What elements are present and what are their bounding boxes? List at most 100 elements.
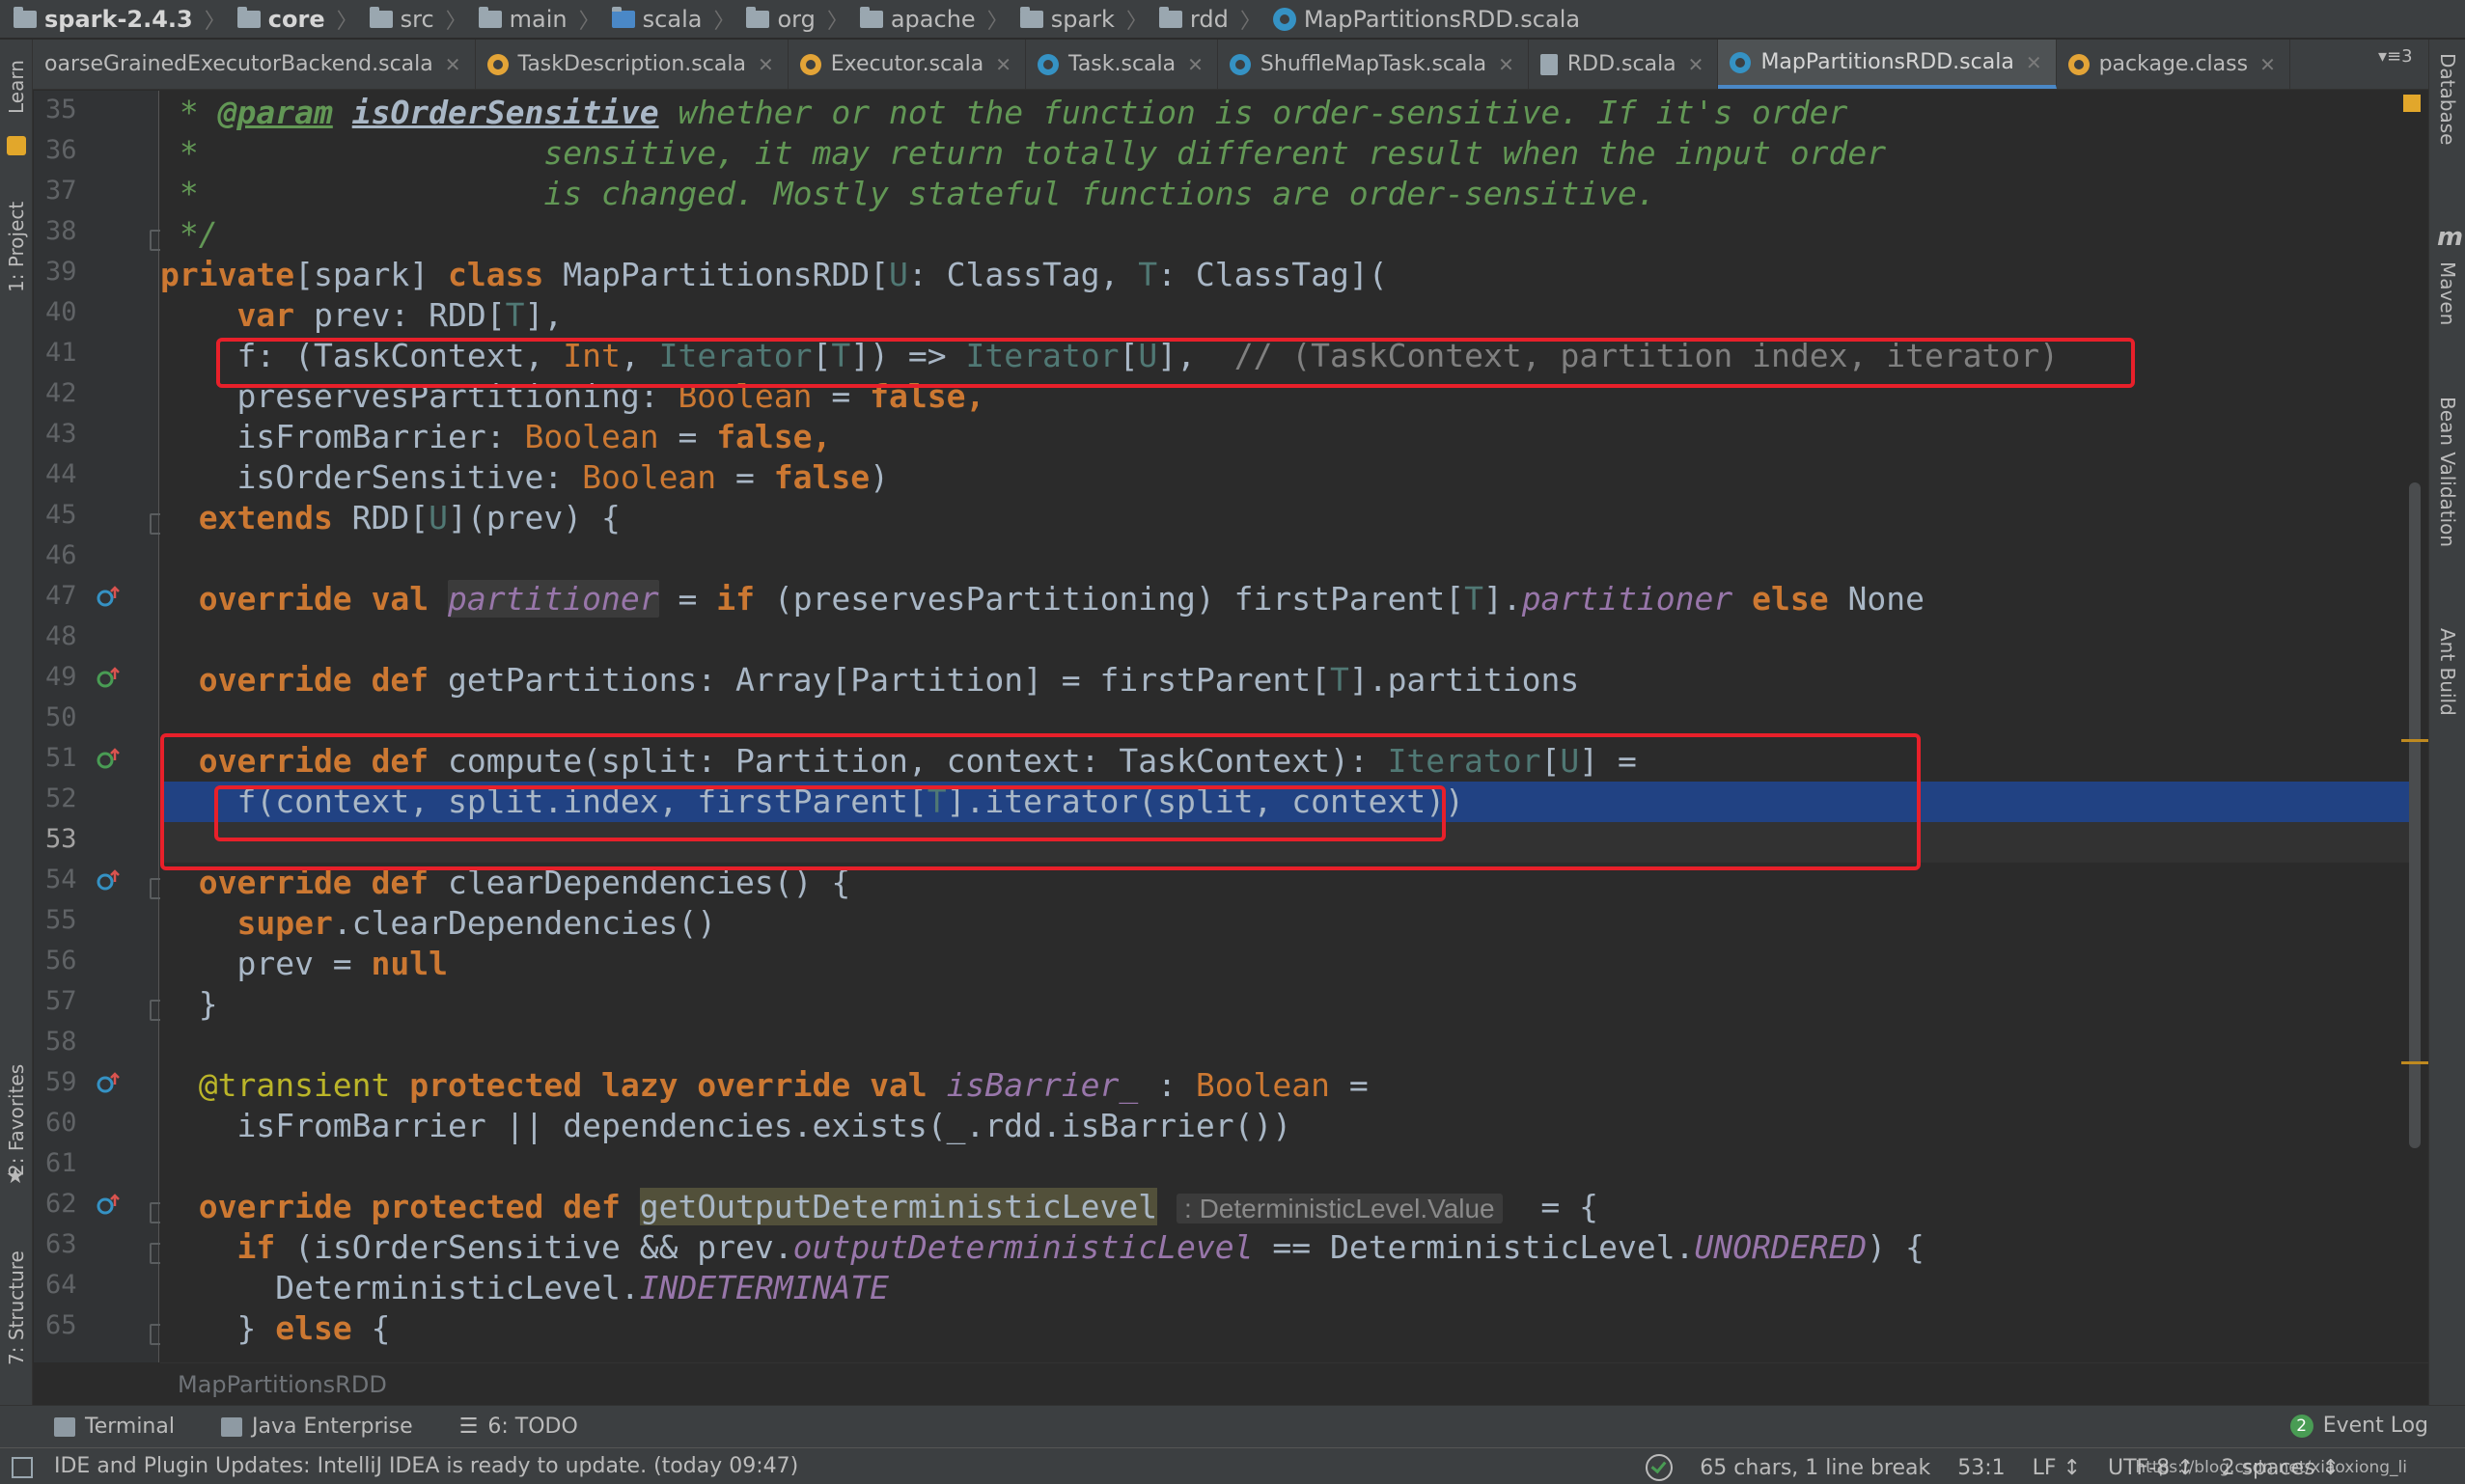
- file-icon: [1539, 53, 1558, 75]
- tool-maven[interactable]: Maven: [2433, 261, 2462, 358]
- close-icon[interactable]: ✕: [995, 53, 1011, 76]
- tool-structure[interactable]: 7: Structure: [2, 1226, 31, 1390]
- close-icon[interactable]: ✕: [758, 53, 774, 76]
- code-line-65: } else {: [160, 1309, 391, 1347]
- crumb-org[interactable]: org: [746, 6, 816, 33]
- chevron-right-icon: 〉: [1125, 9, 1148, 34]
- code-line-45: extends RDD[U](prev) {: [160, 499, 621, 536]
- tool-bean-validation[interactable]: Bean Validation: [2433, 397, 2462, 599]
- annotation-box-function-param: [216, 338, 2135, 388]
- crumb-rdd[interactable]: rdd: [1158, 6, 1229, 33]
- line-number: 63: [45, 1229, 77, 1259]
- crumb-file[interactable]: MapPartitionsRDD.scala: [1272, 6, 1580, 33]
- crumb-label: scala: [642, 5, 703, 33]
- line-number: 45: [45, 500, 77, 530]
- warning-indicator-icon[interactable]: [2403, 95, 2421, 112]
- line-number: 43: [45, 419, 77, 449]
- crumb-scala[interactable]: scala: [611, 5, 703, 33]
- watermark: https://blog.csdn.net/xiaoxiong_li: [2135, 1458, 2407, 1477]
- code-line-37: * is changed. Mostly stateful functions …: [160, 175, 1656, 212]
- tab-label: TaskDescription.scala: [517, 52, 746, 76]
- implements-marker-icon[interactable]: [96, 666, 121, 691]
- tab-label: RDD.scala: [1566, 52, 1676, 76]
- line-separator-selector[interactable]: LF ↕: [2033, 1456, 2081, 1480]
- caret-position[interactable]: 53:1: [1957, 1456, 2005, 1480]
- editor-breadcrumb[interactable]: MapPartitionsRDD: [160, 1362, 2428, 1405]
- error-stripe-mark[interactable]: [2401, 1061, 2428, 1064]
- tool-database[interactable]: Database: [2433, 53, 2462, 198]
- code-line-60: isFromBarrier || dependencies.exists(_.r…: [160, 1107, 1292, 1144]
- tool-java-enterprise[interactable]: Java Enterprise: [220, 1415, 413, 1439]
- tool-todo[interactable]: ☰ 6: TODO: [459, 1415, 578, 1439]
- code-line-56: prev = null: [160, 945, 449, 982]
- crumb-label: spark: [1050, 5, 1115, 33]
- line-number: 64: [45, 1270, 77, 1300]
- tab-map-partitions-rdd[interactable]: MapPartitionsRDD.scala ✕: [1718, 40, 2057, 89]
- line-number: 57: [45, 986, 77, 1016]
- tool-learn[interactable]: Learn: [2, 43, 31, 130]
- close-icon[interactable]: ✕: [2259, 53, 2276, 76]
- status-message[interactable]: IDE and Plugin Updates: IntelliJ IDEA is…: [54, 1454, 798, 1478]
- scala-file-icon: [1730, 51, 1752, 73]
- override-marker-icon[interactable]: [96, 1071, 121, 1096]
- editor-tabs: oarseGrainedExecutorBackend.scala ✕ TaskD…: [33, 40, 2428, 90]
- crumb-label: main: [509, 5, 568, 33]
- tool-terminal[interactable]: Terminal: [54, 1415, 175, 1439]
- annotation-box-f-call: [214, 785, 1446, 841]
- override-marker-icon[interactable]: [96, 1193, 121, 1218]
- close-icon[interactable]: ✕: [445, 53, 461, 76]
- tab-label: Task.scala: [1068, 52, 1177, 76]
- line-number: 46: [45, 540, 77, 570]
- implements-marker-icon[interactable]: [96, 747, 121, 772]
- close-icon[interactable]: ✕: [2026, 51, 2042, 74]
- error-stripe-mark[interactable]: [2401, 739, 2428, 742]
- tool-ant-build[interactable]: Ant Build: [2433, 628, 2462, 773]
- close-icon[interactable]: ✕: [1187, 53, 1204, 76]
- code-line-57: }: [160, 985, 218, 1023]
- line-number: 53: [45, 824, 77, 854]
- override-marker-icon[interactable]: [96, 868, 121, 893]
- line-number: 65: [45, 1310, 77, 1340]
- right-tool-strip: Database m Maven Bean Validation Ant Bui…: [2428, 40, 2465, 1405]
- event-log-button[interactable]: 2 Event Log: [2289, 1414, 2428, 1438]
- close-icon[interactable]: ✕: [1498, 53, 1514, 76]
- crumb-main[interactable]: main: [478, 5, 568, 33]
- tab-rdd[interactable]: RDD.scala ✕: [1529, 40, 1719, 89]
- crumb-spark[interactable]: spark: [1019, 5, 1115, 33]
- tab-coarse-grained-executor-backend[interactable]: oarseGrainedExecutorBackend.scala ✕: [33, 40, 476, 89]
- code-editor[interactable]: * @param isOrderSensitive whether or not…: [160, 91, 2415, 1362]
- close-icon[interactable]: ✕: [1688, 53, 1704, 76]
- code-line-43: isFromBarrier: Boolean = false,: [160, 418, 832, 455]
- code-line-44: isOrderSensitive: Boolean = false): [160, 458, 889, 496]
- crumb-src[interactable]: src: [369, 6, 434, 33]
- tab-label: package.class: [2098, 52, 2249, 76]
- tool-label: 6: TODO: [487, 1415, 578, 1439]
- crumb-apache[interactable]: apache: [859, 6, 976, 33]
- code-line-36: * sensitive, it may return totally diffe…: [160, 134, 1887, 172]
- tool-project[interactable]: 1: Project: [2, 184, 31, 310]
- tab-task[interactable]: Task.scala ✕: [1026, 40, 1218, 89]
- line-number: 62: [45, 1189, 77, 1219]
- vertical-scrollbar[interactable]: [2409, 482, 2421, 1148]
- chevron-right-icon: 〉: [204, 9, 226, 34]
- line-number: 52: [45, 783, 77, 813]
- override-marker-icon[interactable]: [96, 585, 121, 610]
- crumb-module[interactable]: core: [236, 6, 325, 33]
- tab-overflow-menu[interactable]: ▾≡3: [2378, 46, 2413, 67]
- tab-shuffle-map-task[interactable]: ShuffleMapTask.scala ✕: [1218, 40, 1529, 89]
- package-icon: [2067, 53, 2090, 75]
- crumb-project[interactable]: spark-2.4.3: [14, 6, 193, 33]
- tab-task-description[interactable]: TaskDescription.scala ✕: [476, 40, 789, 89]
- tool-label: Terminal: [85, 1415, 175, 1439]
- breadcrumb-class[interactable]: MapPartitionsRDD: [178, 1371, 387, 1398]
- terminal-icon: [54, 1416, 75, 1437]
- line-number: 49: [45, 662, 77, 692]
- toggle-tool-windows-icon[interactable]: [12, 1457, 33, 1478]
- event-count-badge: 2: [2289, 1414, 2313, 1438]
- scala-file-icon: [486, 53, 509, 75]
- tab-package-class[interactable]: package.class ✕: [2057, 40, 2290, 89]
- tab-executor[interactable]: Executor.scala ✕: [789, 40, 1027, 89]
- inspection-ok-icon[interactable]: [1646, 1454, 1674, 1481]
